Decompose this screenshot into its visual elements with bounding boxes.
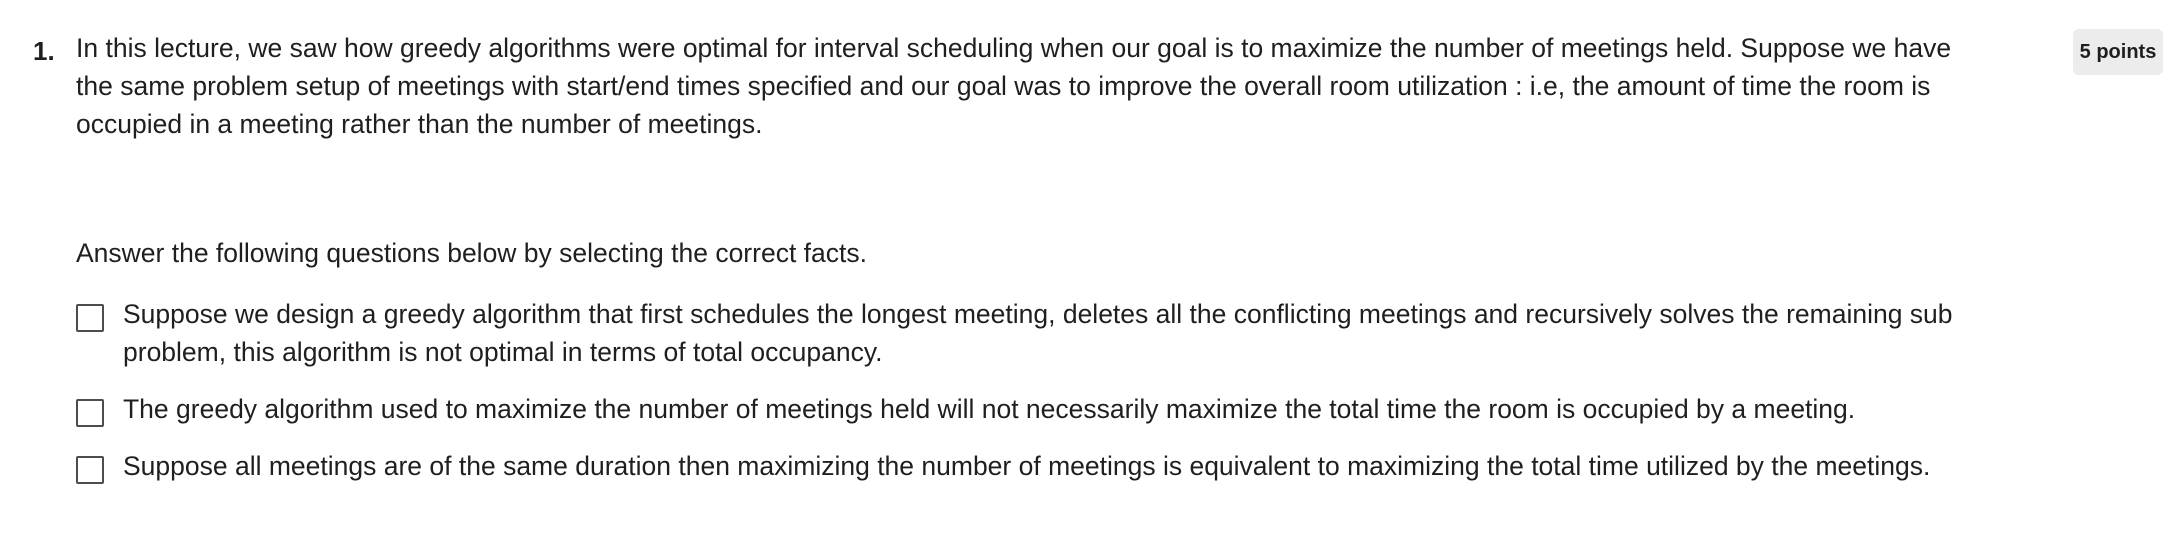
question-block: 1. In this lecture, we saw how greedy al… [0,0,2175,544]
question-instructions: Answer the following questions below by … [76,238,867,268]
option-label[interactable]: Suppose all meetings are of the same dur… [123,447,2023,485]
checkbox-icon[interactable] [76,304,104,332]
question-prompt: In this lecture, we saw how greedy algor… [76,33,1952,139]
option-label[interactable]: The greedy algorithm used to maximize th… [123,390,2023,428]
option-label[interactable]: Suppose we design a greedy algorithm tha… [123,295,2023,371]
points-badge: 5 points [2073,29,2163,75]
checkbox-icon[interactable] [76,399,104,427]
question-number: 1. [33,36,55,66]
checkbox-icon[interactable] [76,456,104,484]
